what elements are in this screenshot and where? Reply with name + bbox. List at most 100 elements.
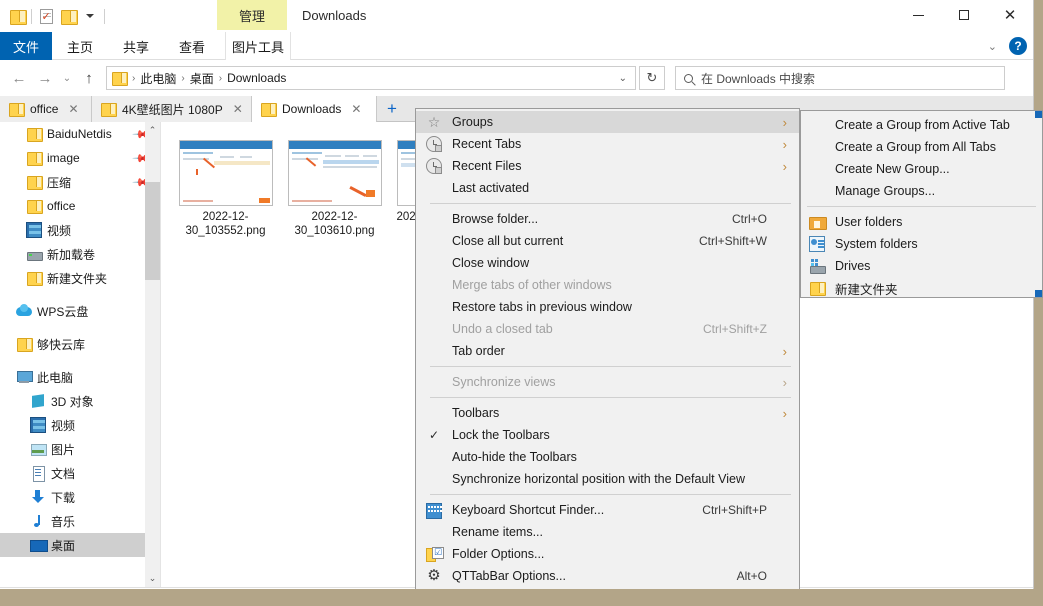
file-tab-label: office xyxy=(30,102,59,116)
submenu-item-user-folders[interactable]: User folders xyxy=(801,211,1042,233)
menu-item-label: Keyboard Shortcut Finder... xyxy=(452,503,605,517)
tab-picture-tools[interactable]: 图片工具 xyxy=(225,32,291,60)
qat-new-folder-icon[interactable] xyxy=(57,4,79,28)
chevron-down-icon[interactable]: ⌄ xyxy=(988,40,997,53)
sidebar-item-video[interactable]: 视频 xyxy=(0,218,160,242)
file-tab-wallpaper[interactable]: 4K壁纸图片 1080P ✕ xyxy=(92,96,252,122)
submenu-item-create-group-from-all-tabs[interactable]: Create a Group from All Tabs xyxy=(801,136,1042,158)
qat-properties-icon[interactable]: ✓ xyxy=(35,4,57,28)
menu-item-recent-files[interactable]: Recent Files › xyxy=(416,155,799,177)
menu-item-keyboard-shortcut-finder[interactable]: Keyboard Shortcut Finder... Ctrl+Shift+P xyxy=(416,499,799,521)
sidebar-item-wps-cloud[interactable]: WPS云盘 xyxy=(0,299,160,323)
address-bar[interactable]: › 此电脑 › 桌面 › Downloads ⌄ xyxy=(106,66,636,90)
tab-view[interactable]: 查看 xyxy=(164,32,220,60)
scrollbar-thumb[interactable] xyxy=(145,182,160,280)
contextual-ribbon-header[interactable]: 管理 xyxy=(217,0,287,30)
menu-item-label: Recent Tabs xyxy=(452,137,522,151)
tab-file[interactable]: 文件 xyxy=(0,32,52,60)
file-thumbnail xyxy=(178,140,273,206)
file-item[interactable]: 2022-12-30_103552.png xyxy=(171,140,280,238)
minimize-button[interactable] xyxy=(895,0,941,30)
breadcrumb-item-1[interactable]: 桌面 xyxy=(190,70,214,87)
sidebar-item-newvolume[interactable]: 新加载卷 xyxy=(0,242,160,266)
chevron-right-icon: › xyxy=(782,158,787,174)
tab-home[interactable]: 主页 xyxy=(52,32,108,60)
menu-item-synchronize-horizontal-position[interactable]: Synchronize horizontal position with the… xyxy=(416,468,799,490)
submenu-item-create-group-from-active-tab[interactable]: Create a Group from Active Tab xyxy=(801,114,1042,136)
menu-item-groups[interactable]: ☆ Groups › xyxy=(416,111,799,133)
submenu-item-create-new-group[interactable]: Create New Group... xyxy=(801,158,1042,180)
menu-item-auto-hide-toolbars[interactable]: Auto-hide the Toolbars xyxy=(416,446,799,468)
menu-item-last-activated[interactable]: Last activated xyxy=(416,177,799,199)
file-item[interactable]: 2022-12-30_103610.png xyxy=(280,140,389,238)
sidebar-item-pictures[interactable]: 图片 xyxy=(0,437,160,461)
menu-item-rename-items[interactable]: Rename items... xyxy=(416,521,799,543)
sidebar-item-music[interactable]: 音乐 xyxy=(0,509,160,533)
recent-locations-button[interactable]: ⌄ xyxy=(58,65,76,91)
breadcrumb-item-0[interactable]: 此电脑 xyxy=(140,70,176,87)
sidebar-item-image[interactable]: image 📌 xyxy=(0,146,160,170)
sidebar-item-downloads[interactable]: 下载 xyxy=(0,485,160,509)
tab-close-icon[interactable]: ✕ xyxy=(68,102,78,116)
tab-folder-icon xyxy=(260,101,277,117)
submenu-item-drives[interactable]: Drives xyxy=(801,255,1042,277)
keyboard-icon xyxy=(426,503,442,519)
sidebar-item-videos[interactable]: 视频 xyxy=(0,413,160,437)
new-tab-button[interactable]: + xyxy=(380,96,404,122)
file-tab-office[interactable]: office ✕ xyxy=(0,96,92,122)
scroll-down-button[interactable]: ⌄ xyxy=(145,570,160,587)
sidebar-scrollbar[interactable]: ⌃ ⌄ xyxy=(145,122,160,587)
menu-item-recent-tabs[interactable]: Recent Tabs › xyxy=(416,133,799,155)
file-thumbnail xyxy=(287,140,382,206)
menu-item-label: Toolbars xyxy=(452,406,500,420)
sidebar-item-baidunetdisk[interactable]: BaiduNetdis 📌 xyxy=(0,122,160,146)
forward-button[interactable]: → xyxy=(32,65,58,91)
qat-customize-dropdown-icon[interactable] xyxy=(79,4,101,28)
menu-item-restore-tabs[interactable]: Restore tabs in previous window xyxy=(416,296,799,318)
tab-close-icon[interactable]: ✕ xyxy=(233,102,243,116)
sidebar-item-gouqiao-cloud[interactable]: 够快云库 xyxy=(0,332,160,356)
address-folder-icon xyxy=(111,70,128,86)
menu-item-close-window[interactable]: Close window xyxy=(416,252,799,274)
up-button[interactable]: ↑ xyxy=(76,65,102,91)
scroll-up-button[interactable]: ⌃ xyxy=(145,122,160,139)
sidebar-item-desktop[interactable]: 桌面 xyxy=(0,533,160,557)
file-tab-downloads[interactable]: Downloads ✕ xyxy=(252,96,377,122)
submenu-item-system-folders[interactable]: System folders xyxy=(801,233,1042,255)
qat-folder-icon[interactable] xyxy=(6,4,28,28)
window-controls: ✕ xyxy=(895,0,1033,30)
close-button[interactable]: ✕ xyxy=(987,0,1033,30)
maximize-button[interactable] xyxy=(941,0,987,30)
refresh-button[interactable]: ↻ xyxy=(639,66,665,90)
submenu-item-new-folder[interactable]: 新建文件夹 xyxy=(801,277,1042,299)
tab-home-label: 主页 xyxy=(66,39,93,55)
menu-item-label: Synchronize horizontal position with the… xyxy=(452,472,745,486)
sidebar-item-compress[interactable]: 压缩 📌 xyxy=(0,170,160,194)
menu-item-tab-order[interactable]: Tab order › xyxy=(416,340,799,362)
menu-item-toolbars[interactable]: Toolbars › xyxy=(416,402,799,424)
search-input[interactable]: 在 Downloads 中搜索 xyxy=(675,66,1005,90)
menu-item-qttabbar-options[interactable]: ⚙ QTTabBar Options... Alt+O xyxy=(416,565,799,587)
address-dropdown-icon[interactable]: ⌄ xyxy=(613,73,633,84)
sidebar-item-label: image xyxy=(47,151,80,165)
tab-close-icon[interactable]: ✕ xyxy=(351,102,361,116)
submenu-item-manage-groups[interactable]: Manage Groups... xyxy=(801,180,1042,202)
ribbon-right-controls: ⌄ ? xyxy=(988,32,1027,60)
sidebar-item-3d-objects[interactable]: 3D 对象 xyxy=(0,389,160,413)
sidebar-item-documents[interactable]: 文档 xyxy=(0,461,160,485)
breadcrumb-item-2[interactable]: Downloads xyxy=(227,71,286,85)
sidebar-item-office[interactable]: office xyxy=(0,194,160,218)
menu-item-browse-folder[interactable]: Browse folder... Ctrl+O xyxy=(416,208,799,230)
menu-item-close-all-but-current[interactable]: Close all but current Ctrl+Shift+W xyxy=(416,230,799,252)
music-icon xyxy=(30,513,46,529)
submenu-item-label: Create a Group from All Tabs xyxy=(835,140,996,154)
help-icon[interactable]: ? xyxy=(1009,37,1027,55)
back-button[interactable]: ← xyxy=(6,65,32,91)
tab-share[interactable]: 共享 xyxy=(108,32,164,60)
search-placeholder: 在 Downloads 中搜索 xyxy=(701,71,816,86)
sidebar-item-this-pc[interactable]: 此电脑 xyxy=(0,365,160,389)
menu-item-folder-options[interactable]: ☑ Folder Options... xyxy=(416,543,799,565)
submenu-item-label: System folders xyxy=(835,237,918,251)
sidebar-item-newfolder[interactable]: 新建文件夹 xyxy=(0,266,160,290)
menu-item-lock-the-toolbars[interactable]: ✓ Lock the Toolbars xyxy=(416,424,799,446)
